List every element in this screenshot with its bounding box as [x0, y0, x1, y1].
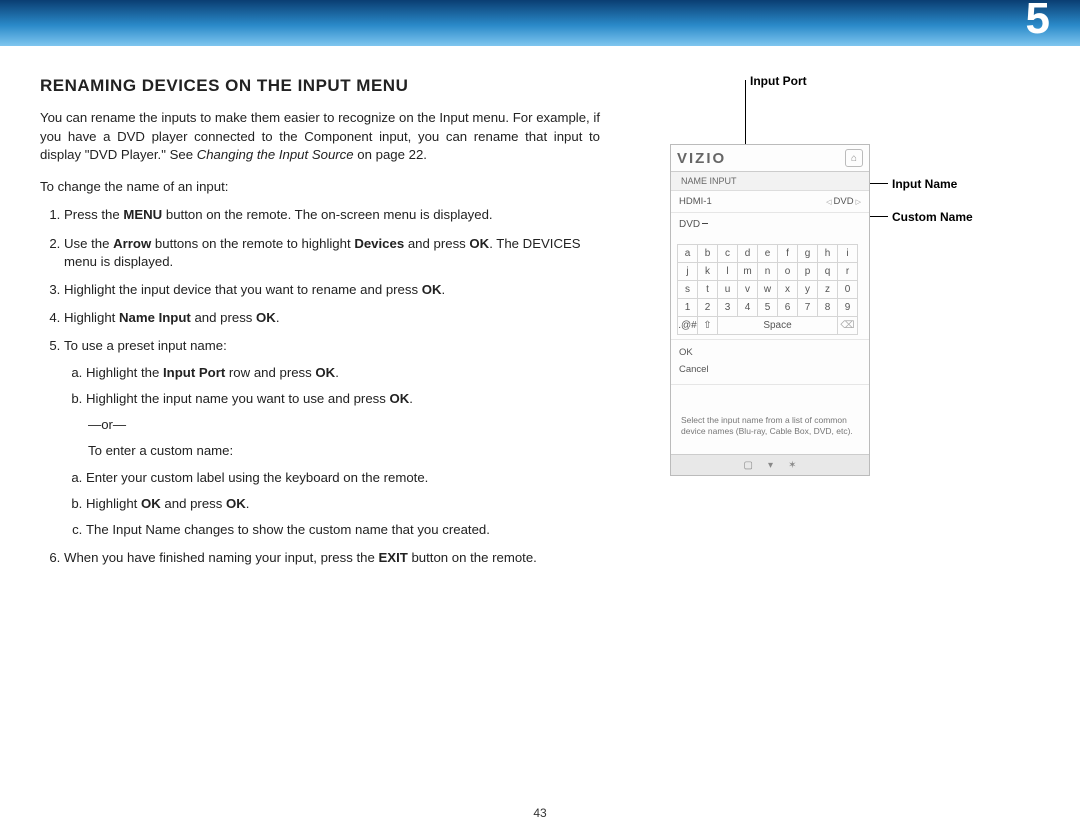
key[interactable]: c: [718, 245, 738, 263]
key[interactable]: k: [698, 263, 718, 281]
space-key[interactable]: Space: [718, 317, 838, 335]
step-4: Highlight Name Input and press OK.: [64, 309, 600, 327]
key[interactable]: a: [678, 245, 698, 263]
home-icon[interactable]: ⌂: [845, 149, 863, 167]
section-heading: RENAMING DEVICES ON THE INPUT MENU: [40, 74, 600, 97]
step-2: Use the Arrow buttons on the remote to h…: [64, 235, 600, 271]
chevron-right-icon[interactable]: ▷: [856, 198, 861, 206]
custom-lead: To enter a custom name:: [88, 442, 600, 460]
key[interactable]: 3: [718, 299, 738, 317]
leadin-paragraph: To change the name of an input:: [40, 178, 600, 196]
step-5b: Highlight the input name you want to use…: [86, 390, 600, 408]
step-1: Press the MENU button on the remote. The…: [64, 206, 600, 224]
osd-panel: VIZIO ⌂ NAME INPUT HDMI-1 ◁ DVD ▷ DVD a …: [670, 144, 870, 476]
key[interactable]: u: [718, 281, 738, 299]
step-5: To use a preset input name: Highlight th…: [64, 337, 600, 539]
key[interactable]: h: [818, 245, 838, 263]
chevron-left-icon[interactable]: ◁: [826, 198, 831, 206]
key[interactable]: 0: [838, 281, 858, 299]
kbd-row: 1 2 3 4 5 6 7 8 9: [678, 299, 858, 317]
key[interactable]: 5: [758, 299, 778, 317]
key[interactable]: d: [738, 245, 758, 263]
body-text: RENAMING DEVICES ON THE INPUT MENU You c…: [40, 74, 600, 577]
page-number: 43: [533, 806, 546, 820]
key[interactable]: z: [818, 281, 838, 299]
intro-paragraph: You can rename the inputs to make them e…: [40, 109, 600, 164]
key[interactable]: 9: [838, 299, 858, 317]
callout-custom-name: Custom Name: [892, 210, 973, 224]
key[interactable]: v: [738, 281, 758, 299]
custom-name-field[interactable]: DVD: [671, 213, 869, 236]
cursor-icon: [702, 223, 708, 224]
ok-button[interactable]: OK: [679, 344, 861, 361]
key[interactable]: o: [778, 263, 798, 281]
input-port-value: DVD: [834, 196, 854, 207]
custom-b: Highlight OK and press OK.: [86, 495, 600, 513]
callout-input-name: Input Name: [892, 177, 957, 191]
symbols-key[interactable]: .@#: [678, 317, 698, 335]
key[interactable]: s: [678, 281, 698, 299]
chapter-number: 5: [1026, 0, 1050, 44]
input-port-label: HDMI-1: [679, 196, 712, 207]
header-banner: 5: [0, 0, 1080, 46]
chevron-down-icon[interactable]: ▾: [768, 460, 773, 471]
kbd-row: .@# ⇧ Space ⌫: [678, 317, 858, 335]
key[interactable]: j: [678, 263, 698, 281]
key[interactable]: r: [838, 263, 858, 281]
key[interactable]: y: [798, 281, 818, 299]
key[interactable]: f: [778, 245, 798, 263]
key[interactable]: x: [778, 281, 798, 299]
key[interactable]: 2: [698, 299, 718, 317]
kbd-row: j k l m n o p q r: [678, 263, 858, 281]
key[interactable]: w: [758, 281, 778, 299]
osd-title: NAME INPUT: [671, 172, 869, 191]
wide-icon[interactable]: ▢: [744, 460, 753, 471]
gear-icon[interactable]: ✶: [788, 460, 796, 471]
key[interactable]: 8: [818, 299, 838, 317]
osd-logo: VIZIO: [677, 150, 726, 167]
step-3: Highlight the input device that you want…: [64, 281, 600, 299]
key[interactable]: b: [698, 245, 718, 263]
key[interactable]: e: [758, 245, 778, 263]
osd-footer: ▢ ▾ ✶: [671, 454, 869, 475]
kbd-row: a b c d e f g h i: [678, 245, 858, 263]
input-port-row[interactable]: HDMI-1 ◁ DVD ▷: [671, 191, 869, 213]
key[interactable]: 6: [778, 299, 798, 317]
kbd-row: s t u v w x y z 0: [678, 281, 858, 299]
key[interactable]: t: [698, 281, 718, 299]
onscreen-keyboard: a b c d e f g h i j k l m n o p: [677, 244, 858, 335]
key[interactable]: q: [818, 263, 838, 281]
custom-c: The Input Name changes to show the custo…: [86, 521, 600, 539]
key[interactable]: m: [738, 263, 758, 281]
or-divider: —or—: [88, 416, 600, 434]
key[interactable]: 1: [678, 299, 698, 317]
figure-area: Input Port Input Name Custom Name VIZIO …: [670, 74, 1030, 577]
key[interactable]: l: [718, 263, 738, 281]
key[interactable]: n: [758, 263, 778, 281]
key[interactable]: p: [798, 263, 818, 281]
key[interactable]: g: [798, 245, 818, 263]
cancel-button[interactable]: Cancel: [679, 361, 861, 378]
osd-hint-text: Select the input name from a list of com…: [671, 385, 869, 454]
key[interactable]: 7: [798, 299, 818, 317]
step-6: When you have finished naming your input…: [64, 549, 600, 567]
callout-input-port: Input Port: [750, 74, 807, 88]
custom-a: Enter your custom label using the keyboa…: [86, 469, 600, 487]
key[interactable]: i: [838, 245, 858, 263]
shift-key[interactable]: ⇧: [698, 317, 718, 335]
key[interactable]: 4: [738, 299, 758, 317]
step-5a: Highlight the Input Port row and press O…: [86, 364, 600, 382]
backspace-key[interactable]: ⌫: [838, 317, 858, 335]
